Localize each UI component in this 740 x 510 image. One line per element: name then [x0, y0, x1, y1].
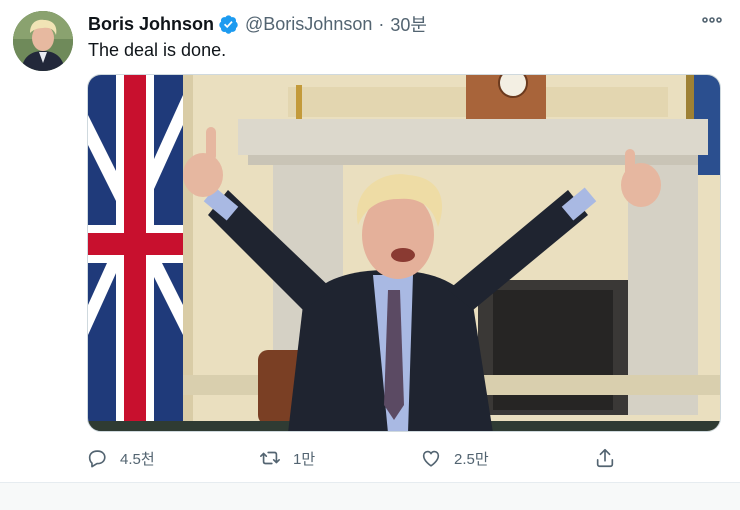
retweet-count: 1만 [293, 450, 316, 468]
tweet-photo[interactable] [87, 74, 721, 432]
reply-icon [88, 450, 106, 468]
like-count: 2.5만 [454, 450, 489, 468]
timeline-divider [0, 482, 740, 510]
separator-dot: · [378, 13, 385, 34]
author-handle[interactable]: @BorisJohnson [245, 14, 372, 35]
like-button[interactable]: 2.5만 [420, 446, 489, 470]
heart-icon [422, 450, 440, 467]
timestamp[interactable]: 30분 [390, 11, 427, 37]
share-icon [596, 448, 614, 468]
avatar[interactable] [13, 11, 73, 71]
tweet-text: The deal is done. [88, 40, 227, 60]
share-button[interactable] [594, 446, 616, 470]
tweet-actions: 4.5천 1만 2.5만 [86, 446, 646, 470]
reply-button[interactable]: 4.5천 [86, 446, 155, 470]
retweet-icon [260, 451, 280, 465]
more-dots-icon[interactable] [698, 6, 726, 34]
retweet-button[interactable]: 1만 [259, 446, 315, 470]
verified-badge-icon [219, 14, 238, 34]
reply-count: 4.5천 [120, 450, 155, 468]
tweet-header: Boris Johnson @BorisJohnson · 30분 [88, 12, 726, 36]
tweet-card[interactable]: Boris Johnson @BorisJohnson · 30분 The de… [0, 0, 740, 482]
author-name[interactable]: Boris Johnson [88, 14, 214, 35]
